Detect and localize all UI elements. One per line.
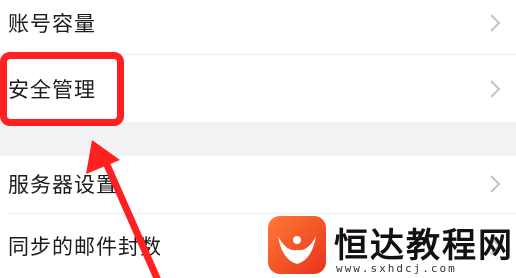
highlight-box xyxy=(0,52,124,126)
watermark-url: www.sxhdcj.com xyxy=(336,262,457,275)
settings-item-server-settings[interactable]: 服务器设置 xyxy=(0,156,516,212)
chevron-right-icon xyxy=(490,14,501,32)
section-gap xyxy=(0,122,516,156)
settings-item-label: 同步的邮件封数 xyxy=(8,235,162,259)
settings-item-account-capacity[interactable]: 账号容量 xyxy=(0,0,516,46)
settings-item-label: 服务器设置 xyxy=(8,173,118,197)
chevron-right-icon xyxy=(490,175,501,193)
watermark-brand: 恒达教程网 xyxy=(334,226,514,266)
settings-item-label: 账号容量 xyxy=(8,12,96,36)
chevron-right-icon xyxy=(490,80,501,98)
watermark: 恒达教程网 www.sxhdcj.com xyxy=(266,214,516,278)
brand-logo-icon xyxy=(268,216,326,274)
